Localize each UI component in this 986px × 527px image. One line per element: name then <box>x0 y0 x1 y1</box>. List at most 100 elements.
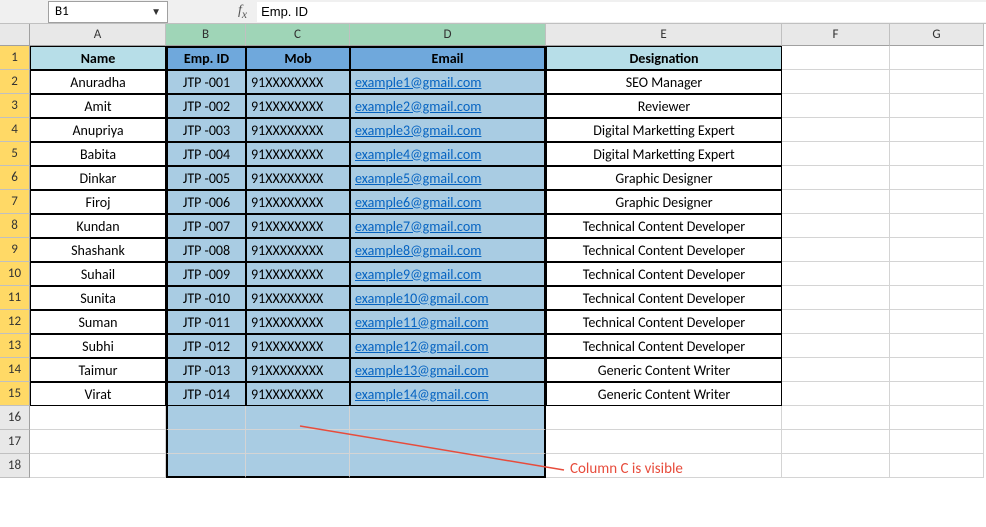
cell-C1[interactable]: Mob <box>246 46 350 70</box>
cell-G6[interactable] <box>890 166 984 190</box>
cell-G7[interactable] <box>890 190 984 214</box>
row-header-7[interactable]: 7 <box>0 190 30 214</box>
email-link[interactable]: example14@gmail.com <box>355 386 489 403</box>
cell-D7[interactable]: example6@gmail.com <box>350 190 546 214</box>
cell-A17[interactable] <box>30 430 166 454</box>
cell-A15[interactable]: Virat <box>30 382 166 406</box>
row-header-16[interactable]: 16 <box>0 406 30 430</box>
cell-C10[interactable]: 91XXXXXXXX <box>246 262 350 286</box>
cell-D3[interactable]: example2@gmail.com <box>350 94 546 118</box>
row-header-18[interactable]: 18 <box>0 454 30 478</box>
cell-B10[interactable]: JTP -009 <box>166 262 246 286</box>
cell-C9[interactable]: 91XXXXXXXX <box>246 238 350 262</box>
row-header-15[interactable]: 15 <box>0 382 30 406</box>
cell-F3[interactable] <box>782 94 890 118</box>
cell-F17[interactable] <box>782 430 890 454</box>
cell-A1[interactable]: Name <box>30 46 166 70</box>
cell-C5[interactable]: 91XXXXXXXX <box>246 142 350 166</box>
cell-B15[interactable]: JTP -014 <box>166 382 246 406</box>
email-link[interactable]: example12@gmail.com <box>355 338 489 355</box>
cell-B5[interactable]: JTP -004 <box>166 142 246 166</box>
cell-C11[interactable]: 91XXXXXXXX <box>246 286 350 310</box>
cell-D13[interactable]: example12@gmail.com <box>350 334 546 358</box>
cell-C2[interactable]: 91XXXXXXXX <box>246 70 350 94</box>
row-header-14[interactable]: 14 <box>0 358 30 382</box>
cell-G8[interactable] <box>890 214 984 238</box>
row-header-6[interactable]: 6 <box>0 166 30 190</box>
cell-B16[interactable] <box>166 406 246 430</box>
cell-D1[interactable]: Email <box>350 46 546 70</box>
row-header-12[interactable]: 12 <box>0 310 30 334</box>
cell-B11[interactable]: JTP -010 <box>166 286 246 310</box>
cell-G15[interactable] <box>890 382 984 406</box>
cell-E11[interactable]: Technical Content Developer <box>546 286 782 310</box>
cell-A4[interactable]: Anupriya <box>30 118 166 142</box>
email-link[interactable]: example8@gmail.com <box>355 242 481 259</box>
cell-G16[interactable] <box>890 406 984 430</box>
column-header-C[interactable]: C <box>246 24 350 46</box>
cell-C12[interactable]: 91XXXXXXXX <box>246 310 350 334</box>
cell-C17[interactable] <box>246 430 350 454</box>
cell-C4[interactable]: 91XXXXXXXX <box>246 118 350 142</box>
column-header-B[interactable]: B <box>166 24 246 46</box>
email-link[interactable]: example4@gmail.com <box>355 146 481 163</box>
cell-A14[interactable]: Taimur <box>30 358 166 382</box>
cell-E7[interactable]: Graphic Designer <box>546 190 782 214</box>
cell-B4[interactable]: JTP -003 <box>166 118 246 142</box>
cell-G17[interactable] <box>890 430 984 454</box>
email-link[interactable]: example1@gmail.com <box>355 74 481 91</box>
cell-A8[interactable]: Kundan <box>30 214 166 238</box>
email-link[interactable]: example10@gmail.com <box>355 290 489 307</box>
cell-A18[interactable] <box>30 454 166 478</box>
cell-A12[interactable]: Suman <box>30 310 166 334</box>
row-header-8[interactable]: 8 <box>0 214 30 238</box>
cell-E2[interactable]: SEO Manager <box>546 70 782 94</box>
row-header-17[interactable]: 17 <box>0 430 30 454</box>
cell-D4[interactable]: example3@gmail.com <box>350 118 546 142</box>
cell-D10[interactable]: example9@gmail.com <box>350 262 546 286</box>
cell-C8[interactable]: 91XXXXXXXX <box>246 214 350 238</box>
cell-G9[interactable] <box>890 238 984 262</box>
formula-input[interactable] <box>257 2 986 22</box>
cell-G14[interactable] <box>890 358 984 382</box>
row-header-9[interactable]: 9 <box>0 238 30 262</box>
cell-A9[interactable]: Shashank <box>30 238 166 262</box>
cell-F13[interactable] <box>782 334 890 358</box>
column-header-A[interactable]: A <box>30 24 166 46</box>
cell-G12[interactable] <box>890 310 984 334</box>
cell-B12[interactable]: JTP -011 <box>166 310 246 334</box>
cell-D9[interactable]: example8@gmail.com <box>350 238 546 262</box>
cell-F7[interactable] <box>782 190 890 214</box>
email-link[interactable]: example5@gmail.com <box>355 170 481 187</box>
cell-E5[interactable]: Digital Marketting Expert <box>546 142 782 166</box>
email-link[interactable]: example9@gmail.com <box>355 266 481 283</box>
cell-G2[interactable] <box>890 70 984 94</box>
cell-D12[interactable]: example11@gmail.com <box>350 310 546 334</box>
cell-B8[interactable]: JTP -007 <box>166 214 246 238</box>
email-link[interactable]: example3@gmail.com <box>355 122 481 139</box>
cell-A7[interactable]: Firoj <box>30 190 166 214</box>
cell-C13[interactable]: 91XXXXXXXX <box>246 334 350 358</box>
email-link[interactable]: example2@gmail.com <box>355 98 481 115</box>
cell-F6[interactable] <box>782 166 890 190</box>
cell-D6[interactable]: example5@gmail.com <box>350 166 546 190</box>
cell-F5[interactable] <box>782 142 890 166</box>
column-header-D[interactable]: D <box>350 24 546 46</box>
cell-B14[interactable]: JTP -013 <box>166 358 246 382</box>
cell-F16[interactable] <box>782 406 890 430</box>
cell-B9[interactable]: JTP -008 <box>166 238 246 262</box>
cell-C6[interactable]: 91XXXXXXXX <box>246 166 350 190</box>
cell-E3[interactable]: Reviewer <box>546 94 782 118</box>
cell-E8[interactable]: Technical Content Developer <box>546 214 782 238</box>
chevron-down-icon[interactable]: ▼ <box>151 5 161 18</box>
cell-E14[interactable]: Generic Content Writer <box>546 358 782 382</box>
cell-A3[interactable]: Amit <box>30 94 166 118</box>
row-header-10[interactable]: 10 <box>0 262 30 286</box>
cell-G4[interactable] <box>890 118 984 142</box>
cell-E4[interactable]: Digital Marketting Expert <box>546 118 782 142</box>
cell-A10[interactable]: Suhail <box>30 262 166 286</box>
cell-G1[interactable] <box>890 46 984 70</box>
cell-C18[interactable] <box>246 454 350 478</box>
cell-E9[interactable]: Technical Content Developer <box>546 238 782 262</box>
row-header-4[interactable]: 4 <box>0 118 30 142</box>
